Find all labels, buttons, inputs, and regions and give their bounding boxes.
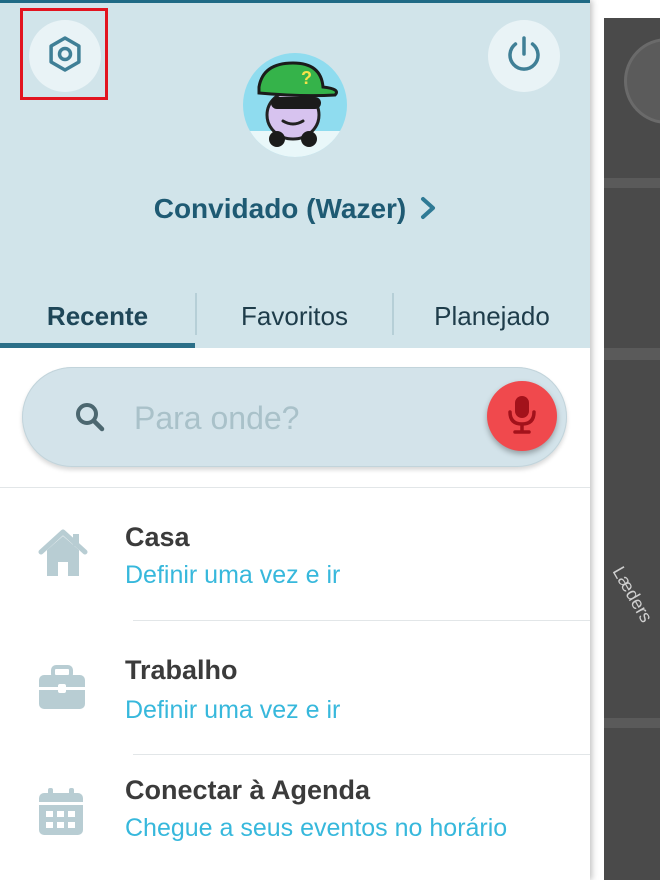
item-title: Conectar à Agenda [125,775,371,805]
list-item-calendar[interactable]: Conectar à Agenda Chegue a seus eventos … [0,755,590,880]
svg-text:?: ? [301,68,312,88]
power-button[interactable] [488,20,560,92]
map-street-label: Læders [608,563,657,626]
tab-planned[interactable]: Planejado [394,291,590,341]
tab-favorites[interactable]: Favoritos [197,291,392,341]
microphone-icon [507,394,537,439]
search-icon [74,401,106,438]
tabs-bar: Recente Favoritos Planejado [0,291,590,348]
item-title: Trabalho [125,655,238,685]
search-bar[interactable] [22,367,567,467]
briefcase-icon [37,665,87,716]
map-road [604,178,660,188]
voice-search-button[interactable] [487,381,557,451]
item-subtitle[interactable]: Chegue a seus eventos no horário [125,813,525,844]
map-control-button[interactable] [624,38,660,124]
side-menu-panel: ? Convidado (Wazer) Recente Favoritos Pl… [0,0,590,880]
list-item-home[interactable]: Casa Definir uma vez e ir [0,488,590,620]
map-road [604,718,660,728]
map-view[interactable]: Læders [590,0,660,880]
avatar[interactable]: ? [243,53,347,157]
item-subtitle[interactable]: Definir uma vez e ir [125,695,525,726]
calendar-icon [37,787,85,842]
settings-highlight-box [20,8,108,100]
tab-recent[interactable]: Recente [0,291,195,341]
map-road [604,348,660,360]
item-title: Casa [125,522,190,552]
home-icon [37,528,89,583]
map-canvas[interactable]: Læders [604,18,660,880]
username-label: Convidado (Wazer) [153,193,407,224]
active-tab-indicator [0,343,195,348]
chevron-right-icon [420,195,436,227]
power-icon [503,33,545,80]
profile-name-link[interactable]: Convidado (Wazer) [0,193,590,227]
list-item-work[interactable]: Trabalho Definir uma vez e ir [0,621,590,753]
item-subtitle[interactable]: Definir uma vez e ir [125,560,525,591]
search-input[interactable] [132,395,496,441]
